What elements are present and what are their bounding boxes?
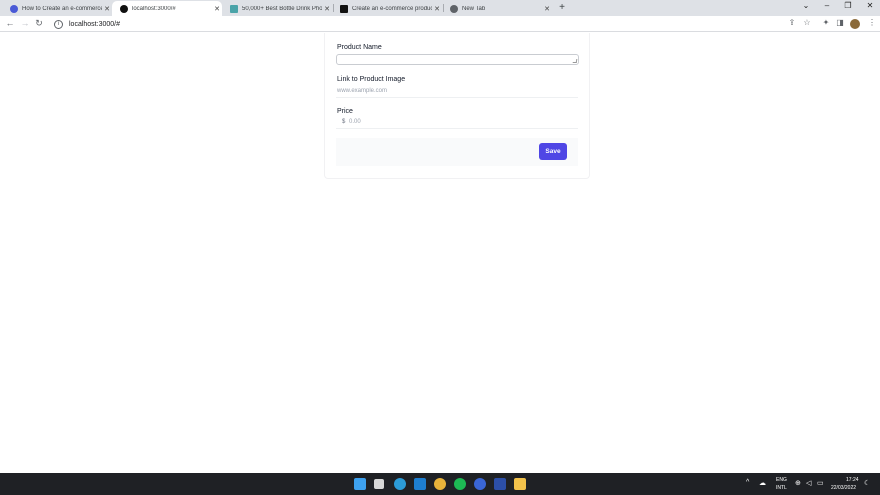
tab-close-icon[interactable]: ✕ <box>432 5 442 13</box>
url-text: localhost:3000/# <box>69 20 120 28</box>
tab-favicon-icon <box>450 4 458 13</box>
browser-tab[interactable]: 50,000+ Best Bottle Drink Photo ✕ <box>222 1 332 16</box>
profile-avatar[interactable] <box>850 19 860 29</box>
tab-close-icon[interactable]: ✕ <box>542 5 552 13</box>
site-info-icon[interactable]: i <box>54 19 63 29</box>
battery-icon[interactable]: ▭ <box>817 479 824 487</box>
price-input[interactable]: 0.00 <box>349 119 577 125</box>
restore-icon[interactable]: ❐ <box>841 1 855 10</box>
chrome-icon[interactable] <box>434 478 446 490</box>
tab-title: 50,000+ Best Bottle Drink Photo <box>242 5 322 12</box>
share-icon[interactable]: ⇪ <box>786 17 798 29</box>
start-icon[interactable] <box>354 478 366 490</box>
clock-date[interactable]: 22/03/2022 <box>831 485 856 491</box>
weather-icon[interactable]: ☁ <box>759 479 766 487</box>
forward-icon[interactable]: → <box>19 17 31 29</box>
tab-close-icon[interactable]: ✕ <box>102 5 112 13</box>
currency-symbol: $ <box>342 119 346 125</box>
extensions-icon[interactable]: ✦ <box>820 17 832 29</box>
side-panel-icon[interactable]: ◨ <box>834 17 846 29</box>
file-explorer-icon[interactable] <box>514 478 526 490</box>
tab-favicon-icon <box>340 4 348 13</box>
tab-close-icon[interactable]: ✕ <box>212 5 222 13</box>
price-label: Price <box>337 108 353 115</box>
tab-favicon-icon <box>10 4 18 13</box>
tab-title: How to Create an e-commerce p <box>22 5 102 12</box>
image-link-underline <box>336 97 578 98</box>
browser-tab[interactable]: Create an e-commerce product ✕ <box>332 1 442 16</box>
tab-favicon-icon <box>230 4 238 13</box>
tab-title: Create an e-commerce product <box>352 5 432 12</box>
clock-time[interactable]: 17:24 <box>846 477 859 483</box>
tab-title: New Tab <box>462 5 486 12</box>
reload-icon[interactable]: ↻ <box>33 17 45 29</box>
address-bar[interactable]: i localhost:3000/# <box>50 17 780 31</box>
back-icon[interactable]: ← <box>4 17 16 29</box>
tab-title: localhost:3000/# <box>132 5 176 12</box>
minimize-icon[interactable]: – <box>820 1 834 10</box>
bookmark-star-icon[interactable]: ☆ <box>801 17 813 29</box>
keyboard-layout[interactable]: INTL <box>776 485 787 491</box>
browser-tab-active[interactable]: localhost:3000/# ✕ <box>112 1 222 16</box>
notifications-icon[interactable]: ☾ <box>864 479 870 487</box>
app-icon[interactable] <box>474 478 486 490</box>
tab-favicon-icon <box>120 4 128 13</box>
language-code[interactable]: ENG <box>776 477 787 483</box>
browser-tab[interactable]: New Tab ✕ <box>442 1 552 16</box>
save-button[interactable]: Save <box>539 143 567 160</box>
spotify-icon[interactable] <box>454 478 466 490</box>
tray-chevron-icon[interactable]: ^ <box>746 479 749 486</box>
volume-icon[interactable]: ◁ <box>806 479 811 487</box>
vscode-icon[interactable] <box>414 478 426 490</box>
price-underline <box>336 128 578 129</box>
tab-close-icon[interactable]: ✕ <box>322 5 332 13</box>
image-link-label: Link to Product Image <box>337 76 406 83</box>
browser-tab[interactable]: How to Create an e-commerce p ✕ <box>2 1 112 16</box>
network-icon[interactable]: ⊕ <box>795 479 801 487</box>
terminal-icon[interactable] <box>494 478 506 490</box>
close-window-icon[interactable]: ✕ <box>863 1 877 10</box>
new-tab-button[interactable]: + <box>556 2 568 14</box>
task-view-icon[interactable] <box>374 479 384 489</box>
tab-search-icon[interactable]: ⌄ <box>799 1 813 10</box>
product-name-label: Product Name <box>337 44 382 51</box>
menu-icon[interactable]: ⋮ <box>866 17 878 29</box>
resize-handle-icon[interactable] <box>572 59 578 63</box>
edge-icon[interactable] <box>394 478 406 490</box>
image-link-input[interactable]: www.example.com <box>337 88 578 94</box>
product-name-textarea[interactable] <box>336 54 579 65</box>
